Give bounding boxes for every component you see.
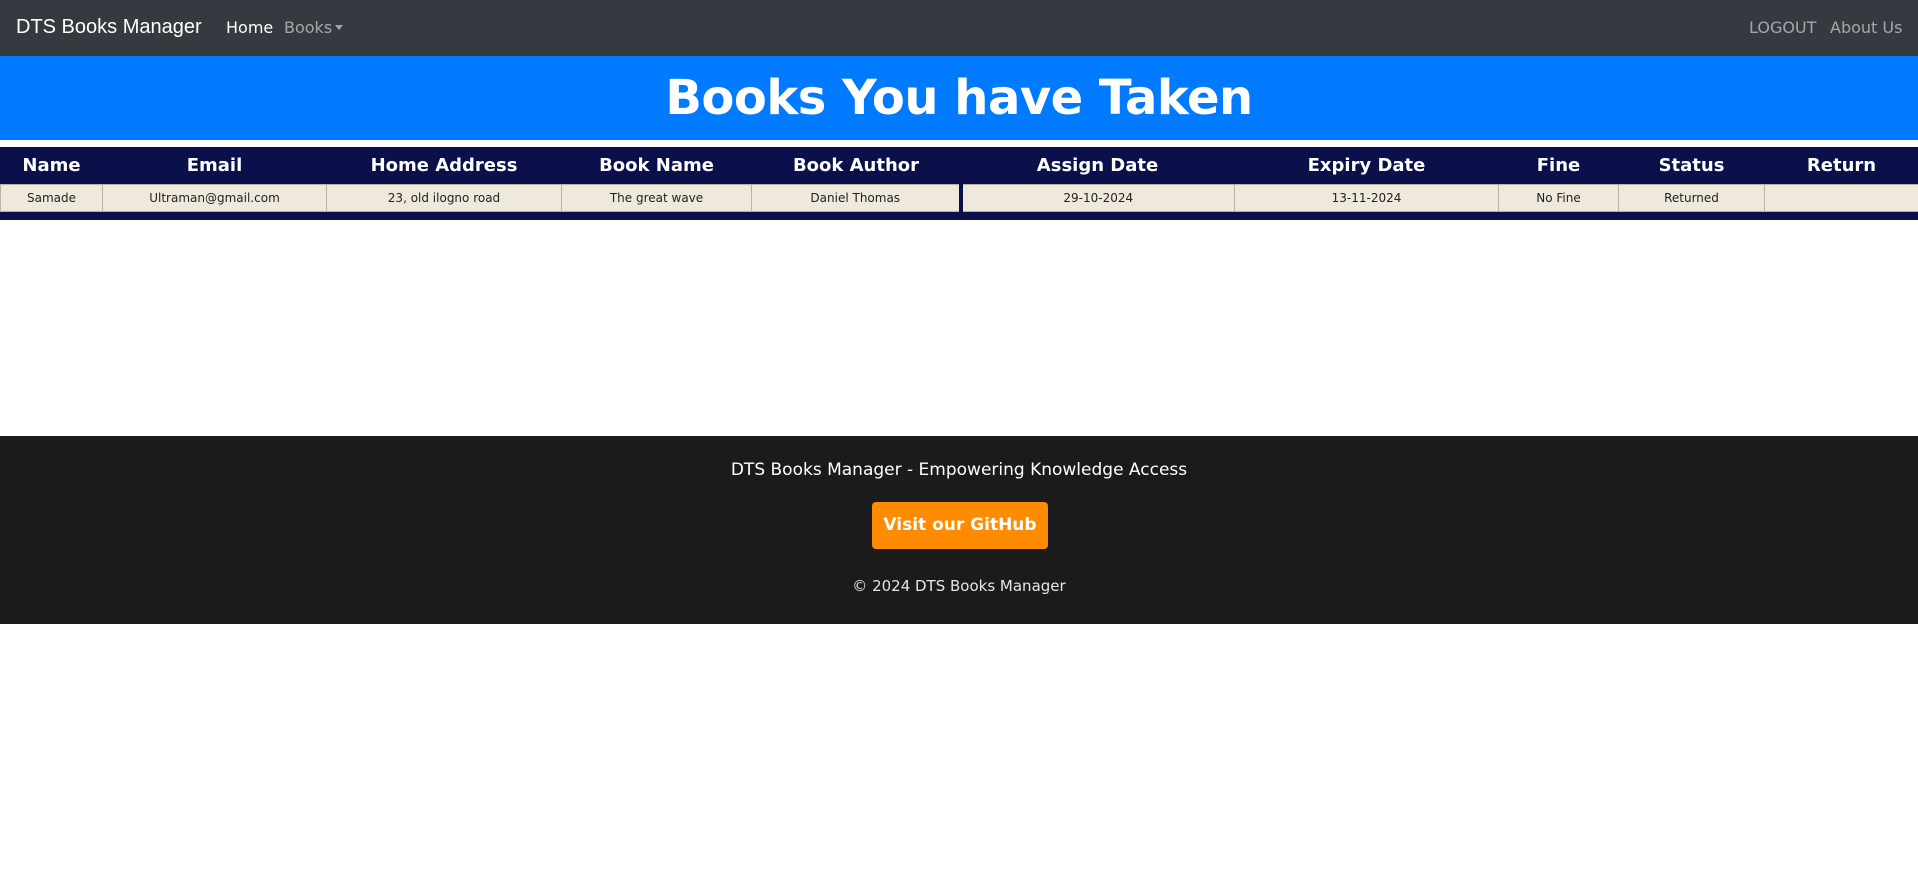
column-header-email: Email <box>186 155 243 176</box>
column-header-home-address: Home Address <box>370 155 518 176</box>
nav-books-label: Books <box>284 18 333 37</box>
books-table: Name Email Home Address Book Name Book A… <box>0 147 1918 212</box>
cell-return[interactable] <box>1764 184 1918 212</box>
cell-email: Ultraman@gmail.com <box>102 184 327 212</box>
cell-book-name: The great wave <box>561 184 752 212</box>
chevron-down-icon <box>335 25 344 30</box>
top-navbar: DTS Books Manager Home Books LOGOUT Abou… <box>0 0 1918 56</box>
visit-github-button[interactable]: Visit our GitHub <box>872 502 1048 549</box>
column-header-fine: Fine <box>1536 155 1581 176</box>
footer-copyright: © 2024 DTS Books Manager <box>852 577 1066 595</box>
cell-status: Returned <box>1618 184 1765 212</box>
column-header-status: Status <box>1658 155 1725 176</box>
page-footer: DTS Books Manager - Empowering Knowledge… <box>0 436 1918 624</box>
footer-tagline: DTS Books Manager - Empowering Knowledge… <box>730 460 1188 480</box>
nav-books-dropdown[interactable]: Books <box>284 17 344 39</box>
cell-home-address: 23, old ilogno road <box>326 184 562 212</box>
books-table-container: Name Email Home Address Book Name Book A… <box>0 147 1918 220</box>
nav-about-link[interactable]: About Us <box>1830 17 1902 39</box>
page-title: Books You have Taken <box>665 70 1253 126</box>
cell-fine: No Fine <box>1498 184 1619 212</box>
column-header-name: Name <box>22 155 81 176</box>
column-header-return: Return <box>1806 155 1877 176</box>
table-row: Samade Ultraman@gmail.com 23, old ilogno… <box>0 184 1918 212</box>
column-header-book-author: Book Author <box>792 155 920 176</box>
nav-home-link[interactable]: Home <box>226 17 273 39</box>
table-header-row: Name Email Home Address Book Name Book A… <box>1 147 1918 185</box>
cell-name: Samade <box>0 184 103 212</box>
column-header-expiry-date: Expiry Date <box>1307 155 1426 176</box>
navbar-brand[interactable]: DTS Books Manager <box>16 14 202 40</box>
column-header-book-name: Book Name <box>599 155 714 176</box>
cell-book-author: Daniel Thomas <box>751 184 961 212</box>
page-header-banner: Books You have Taken <box>0 56 1918 140</box>
column-header-assign-date: Assign Date <box>1036 155 1159 176</box>
cell-assign-date: 29-10-2024 <box>958 184 1235 212</box>
nav-logout-link[interactable]: LOGOUT <box>1749 17 1816 39</box>
cell-expiry-date: 13-11-2024 <box>1234 184 1499 212</box>
